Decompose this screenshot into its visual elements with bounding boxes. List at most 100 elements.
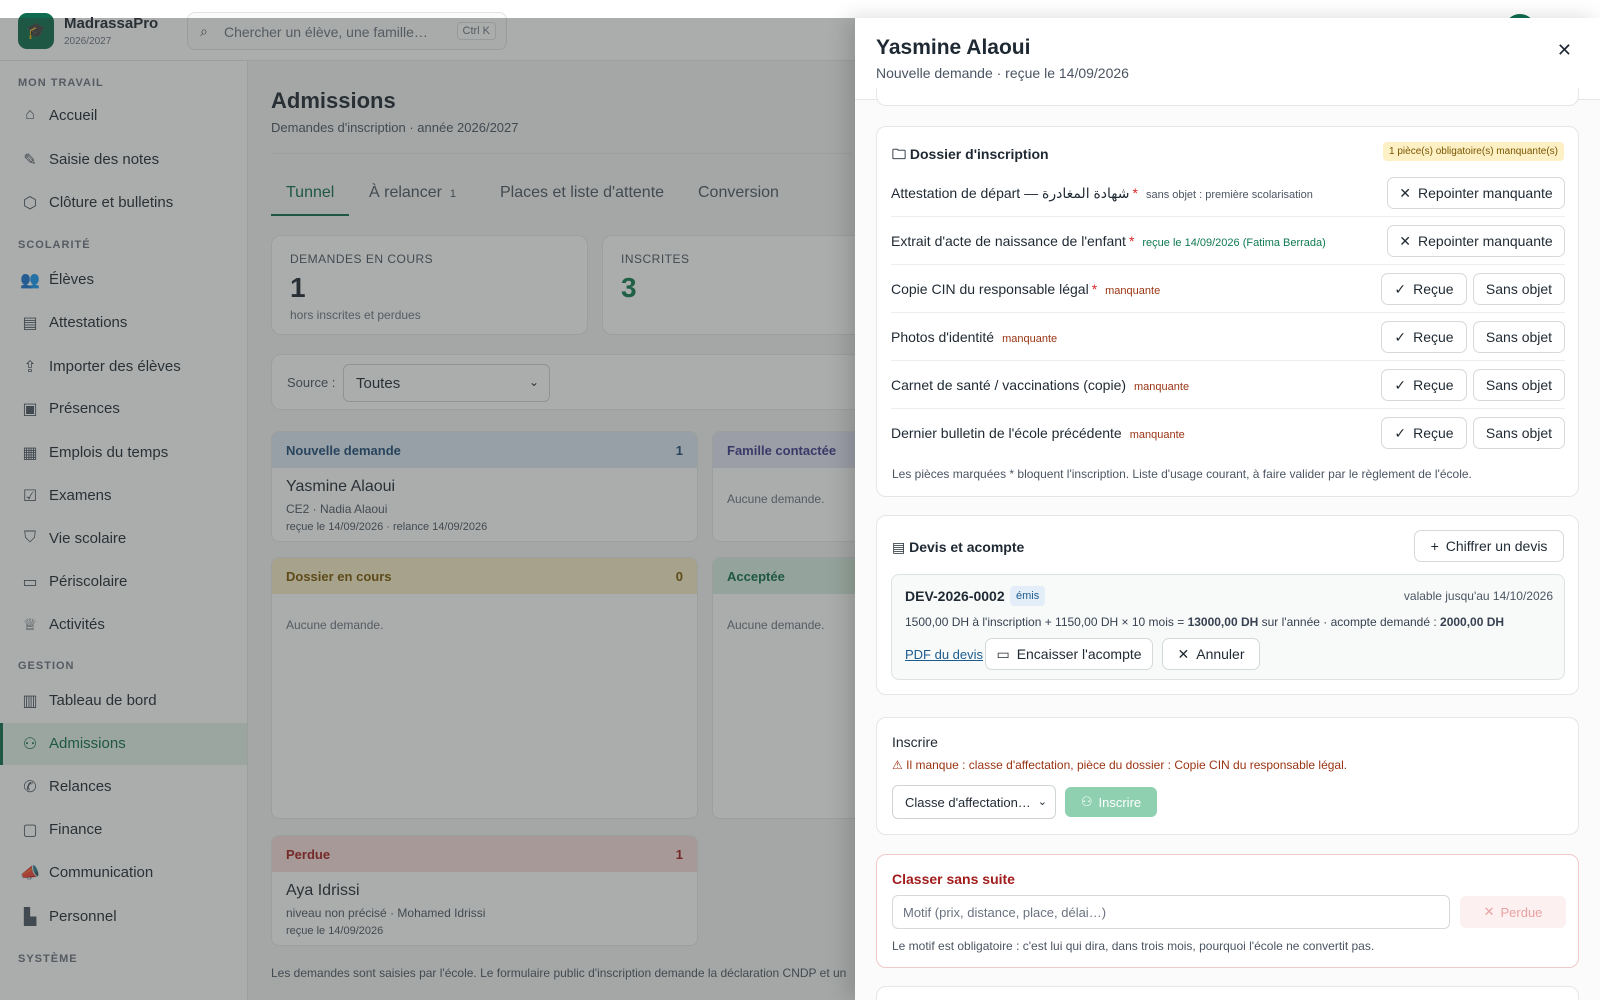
- doc-name: Dernier bulletin de l'école précédente ma…: [891, 425, 1185, 441]
- mark-lost-button[interactable]: ✕ Perdue: [1460, 896, 1566, 928]
- doc-label: Attestation de départ — شهادة المغادرة: [891, 185, 1130, 201]
- received-button[interactable]: ✓ Reçue: [1381, 417, 1467, 449]
- repoint-missing-button[interactable]: ✕ Repointer manquante: [1387, 225, 1565, 257]
- button-label: Sans objet: [1485, 329, 1553, 345]
- doc-label: Dernier bulletin de l'école précédente: [891, 425, 1122, 441]
- button-label: Encaisser l'acompte: [1016, 646, 1142, 662]
- quote-card: DEV-2026-0002 émis valable jusqu'au 14/1…: [891, 574, 1565, 680]
- quote-status-badge: émis: [1010, 586, 1046, 606]
- button-label: Sans objet: [1485, 281, 1553, 297]
- not-applicable-button[interactable]: Sans objet: [1473, 417, 1565, 449]
- class-select[interactable]: Classe d'affectation… ⌄: [892, 785, 1056, 819]
- button-label: Chiffrer un devis: [1445, 538, 1548, 554]
- dossier-title: 🗀 Dossier d'inscription: [892, 144, 1049, 168]
- classer-title: Classer sans suite: [892, 871, 1015, 887]
- devis-panel: ▤ Devis et acompte + Chiffrer un devis DE…: [876, 515, 1579, 695]
- x-icon: ✕: [1177, 645, 1190, 662]
- calc-part: 1500,00 DH à l'inscription + 1150,00 DH …: [905, 615, 1188, 629]
- missing-badge: 1 pièce(s) obligatoire(s) manquante(s): [1383, 142, 1564, 161]
- dossier-note: Les pièces marquées * bloquent l'inscrip…: [892, 467, 1472, 481]
- not-applicable-button[interactable]: Sans objet: [1473, 369, 1565, 401]
- button-label: Sans objet: [1485, 425, 1553, 441]
- doc-row: Extrait d'acte de naissance de l'enfant *…: [891, 217, 1565, 265]
- button-label: Reçue: [1413, 377, 1454, 393]
- x-icon: ✕: [1399, 232, 1412, 249]
- doc-label: Extrait d'acte de naissance de l'enfant: [891, 233, 1126, 249]
- required-marker: *: [1132, 185, 1138, 201]
- doc-label: Carnet de santé / vaccinations (copie): [891, 377, 1127, 393]
- doc-status: manquante: [1105, 285, 1161, 297]
- check-icon: ✓: [1394, 376, 1407, 393]
- received-button[interactable]: ✓ Reçue: [1381, 321, 1467, 353]
- chevron-down-icon: ⌄: [1037, 796, 1047, 808]
- modal-backdrop[interactable]: [0, 18, 855, 1000]
- check-icon: ✓: [1394, 424, 1407, 441]
- close-without-follow-up-panel: Classer sans suite Motif (prix, distance…: [876, 854, 1579, 968]
- received-button[interactable]: ✓ Reçue: [1381, 369, 1467, 401]
- doc-row: Attestation de départ — شهادة المغادرة * s…: [891, 169, 1565, 217]
- close-icon[interactable]: ✕: [1557, 40, 1572, 61]
- doc-name: Extrait d'acte de naissance de l'enfant *…: [891, 233, 1326, 249]
- cancel-quote-button[interactable]: ✕ Annuler: [1162, 638, 1260, 670]
- quote-button[interactable]: + Chiffrer un devis: [1414, 530, 1564, 562]
- admission-drawer: Yasmine Alaoui Nouvelle demande · reçue …: [855, 18, 1600, 1000]
- button-label: Reçue: [1413, 329, 1454, 345]
- drawer-subtitle: Nouvelle demande · reçue le 14/09/2026: [876, 65, 1129, 81]
- doc-status: sans objet : première scolarisation: [1145, 189, 1313, 201]
- enroll-panel: Inscrire ⚠ Il manque : classe d'affectat…: [876, 717, 1579, 835]
- quote-ref: DEV-2026-0002: [905, 588, 1005, 604]
- document-icon: ▤: [892, 539, 906, 555]
- dossier-panel: 🗀 Dossier d'inscription 1 pièce(s) oblig…: [876, 126, 1579, 497]
- check-icon: ✓: [1394, 280, 1407, 297]
- enroll-button[interactable]: ⚇ Inscrire: [1065, 787, 1157, 817]
- repoint-missing-button[interactable]: ✕ Repointer manquante: [1387, 177, 1565, 209]
- drawer-title: Yasmine Alaoui: [876, 36, 1031, 59]
- not-applicable-button[interactable]: Sans objet: [1473, 321, 1565, 353]
- cash-icon: ▭: [996, 645, 1010, 662]
- doc-status: manquante: [1129, 429, 1185, 441]
- calc-part: sur l'année · acompte demandé :: [1258, 615, 1441, 629]
- previous-panel-edge: [876, 88, 1579, 106]
- doc-name: Photos d'identité manquante: [891, 329, 1057, 345]
- quote-validity: valable jusqu'au 14/10/2026: [1403, 589, 1553, 603]
- plus-icon: +: [1430, 538, 1439, 554]
- reason-input[interactable]: Motif (prix, distance, place, délai…): [892, 895, 1450, 929]
- warning-text: Il manque : classe d'affectation, pièce …: [906, 758, 1348, 772]
- doc-label: Photos d'identité: [891, 329, 995, 345]
- doc-row: Carnet de santé / vaccinations (copie) ma…: [891, 361, 1565, 409]
- required-marker: *: [1128, 233, 1135, 249]
- collect-deposit-button[interactable]: ▭ Encaisser l'acompte: [985, 638, 1153, 670]
- button-label: Reçue: [1413, 281, 1454, 297]
- button-label: Annuler: [1196, 646, 1245, 662]
- button-label: Sans objet: [1485, 377, 1553, 393]
- enroll-title: Inscrire: [892, 734, 938, 750]
- devis-title: ▤ Devis et acompte: [892, 539, 1024, 556]
- doc-row: Copie CIN du responsable légal * manquante…: [891, 265, 1565, 313]
- check-icon: ✓: [1394, 328, 1407, 345]
- doc-label: Copie CIN du responsable légal: [891, 281, 1089, 297]
- user-plus-icon: ⚇: [1080, 794, 1093, 809]
- quote-pdf-link[interactable]: PDF du devis: [905, 647, 983, 662]
- required-marker: *: [1091, 281, 1098, 297]
- quote-total: 13000,00 DH: [1187, 615, 1259, 629]
- doc-name: Carnet de santé / vaccinations (copie) ma…: [891, 377, 1189, 393]
- doc-status: manquante: [1134, 381, 1190, 393]
- button-label: Inscrire: [1098, 794, 1142, 810]
- not-applicable-button[interactable]: Sans objet: [1473, 273, 1565, 305]
- x-icon: ✕: [1483, 904, 1495, 919]
- doc-status: manquante: [1002, 333, 1058, 345]
- quote-calculation: 1500,00 DH à l'inscription + 1150,00 DH …: [905, 615, 1504, 629]
- button-label: Reçue: [1413, 425, 1454, 441]
- devis-title-label: Devis et acompte: [909, 539, 1025, 555]
- doc-row: Photos d'identité manquante ✓ Reçue Sans o…: [891, 313, 1565, 361]
- warning-icon: ⚠: [892, 758, 903, 772]
- x-icon: ✕: [1399, 184, 1412, 201]
- folder-icon: 🗀: [892, 146, 906, 162]
- received-button[interactable]: ✓ Reçue: [1381, 273, 1467, 305]
- button-label: Repointer manquante: [1418, 185, 1553, 201]
- doc-name: Copie CIN du responsable légal * manquante: [891, 281, 1160, 297]
- button-label: Repointer manquante: [1418, 233, 1553, 249]
- quote-deposit: 2000,00 DH: [1440, 615, 1505, 629]
- doc-name: Attestation de départ — شهادة المغادرة * s…: [891, 185, 1313, 202]
- next-panel-edge: [876, 986, 1579, 1000]
